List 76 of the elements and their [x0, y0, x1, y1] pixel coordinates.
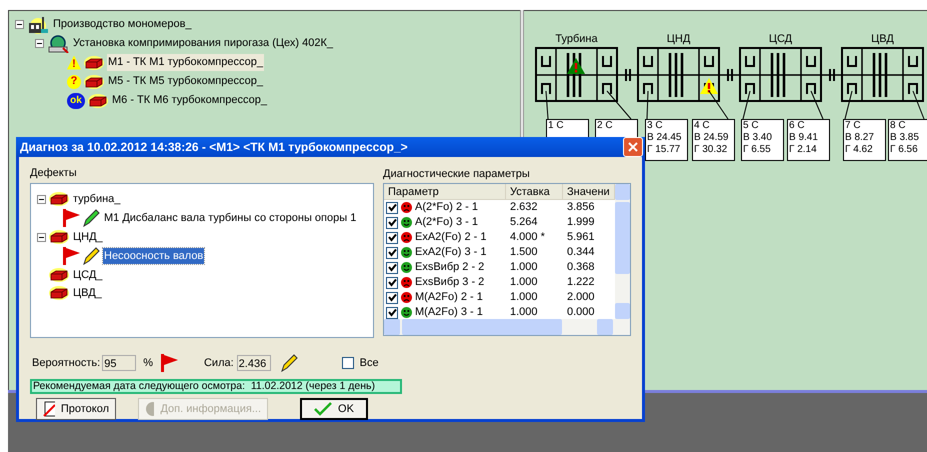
probability-field[interactable]: 95 — [102, 355, 136, 371]
table-cell-text: 1.000 — [509, 305, 539, 320]
table-cell-text: M(A2Fo) 2 - 1 — [415, 290, 483, 306]
table-cell-text: 5.961 — [566, 230, 596, 246]
force-field[interactable]: 2.436 — [236, 355, 271, 371]
sensor-label: 5 С — [743, 120, 760, 132]
table-cell-text: ExA2(Fo) 3 - 1 — [415, 245, 487, 260]
table-cell-text: 2.632 — [509, 200, 539, 216]
tree-item[interactable]: ЦСД_ — [72, 266, 104, 284]
sensor-reading: Г 4.62 — [845, 144, 874, 156]
table-cell-text: 1.500 — [509, 245, 539, 260]
sensor-label: 1 С — [548, 120, 565, 132]
table-cell-text: 1.000 — [509, 260, 539, 276]
sensor-reading: В 3.40 — [743, 132, 773, 144]
sensor-label: 3 С — [647, 120, 664, 132]
sensor-label: 2 С — [597, 120, 614, 132]
sensor-reading: Г 2.14 — [789, 144, 818, 156]
field-label: Вероятность: — [32, 356, 100, 371]
question-badge: ? — [67, 74, 81, 88]
section-label: Диагностические параметры — [383, 167, 531, 181]
column-header[interactable]: Уставка — [506, 184, 563, 199]
table-cell-text: 1.000 — [509, 275, 539, 290]
tree-item[interactable]: ЦВД_ — [72, 284, 103, 302]
column-header[interactable]: Параметр — [384, 184, 506, 199]
sensor-label: 4 С — [694, 120, 711, 132]
tree-item[interactable]: М5 - ТК М5 турбокомпрессор_ — [107, 73, 264, 90]
window-title: Диагноз за 10.02.2012 14:38:26 - <М1> <ТК М1 турбокомпрессор_> — [20, 139, 408, 156]
status-bar: Рекомендуемая дата следующего осмотра: 11.02.2012 (через 1 день) — [30, 379, 402, 394]
table-cell-text: 4.000 * — [509, 230, 546, 246]
table-cell-text: 3.856 — [566, 200, 596, 216]
unit-label: % — [143, 356, 153, 371]
field-label: Сила: — [204, 356, 234, 371]
table-cell-text: 0.368 — [566, 260, 596, 276]
table-cell-text: ExsВибр 2 - 2 — [415, 260, 484, 276]
warning-badge: ! — [67, 56, 81, 70]
sensor-reading: Г 6.56 — [890, 144, 919, 156]
table-cell-text: A(2*Fo) 3 - 1 — [415, 215, 478, 230]
ok-badge: ok — [67, 92, 85, 108]
table-cell-text: A(2*Fo) 2 - 1 — [415, 200, 478, 216]
table-cell-text: 1.999 — [566, 215, 596, 230]
sensor-reading: В 9.41 — [789, 132, 819, 144]
section-label: Дефекты — [30, 166, 78, 181]
sensor-reading: В 24.45 — [647, 132, 682, 144]
table-cell-text: 1.222 — [566, 275, 596, 290]
sensor-reading: Г 30.32 — [694, 144, 728, 156]
unit-label: Турбина — [554, 32, 599, 47]
table-cell-text: 0.344 — [566, 245, 596, 260]
sensor-reading: В 24.59 — [694, 132, 730, 144]
checkbox-label: Все — [360, 356, 379, 371]
tree-item[interactable]: турбина_ — [72, 190, 122, 208]
tree-item[interactable]: ЦНД_ — [72, 228, 104, 246]
table-cell-text: ExA2(Fo) 2 - 1 — [415, 230, 487, 246]
ok-button[interactable]: OK — [300, 398, 368, 420]
sensor-reading: В 3.85 — [890, 132, 920, 144]
unit-label: ЦНД — [666, 32, 692, 47]
unit-label: ЦВД — [870, 32, 895, 47]
tree-item[interactable]: М1 - ТК М1 турбокомпрессор_ — [107, 54, 264, 71]
table-cell-text: 2.000 — [566, 290, 596, 306]
tree-item[interactable]: М1 Дисбаланс вала турбины со стороны опоры 1 — [103, 210, 358, 226]
protocol-button[interactable]: Протокол — [36, 398, 116, 420]
table-cell-text: ExsВибр 3 - 2 — [415, 275, 484, 290]
table-cell-text: 5.264 — [509, 215, 539, 230]
unit-label: ЦСД — [768, 32, 794, 47]
tree-item[interactable]: Несоосность валов — [103, 248, 204, 264]
table-cell-text: M(A2Fo) 3 - 1 — [415, 305, 483, 320]
table-cell-text: 0.000 — [566, 305, 596, 320]
sensor-label: 6 С — [789, 120, 806, 132]
sensor-reading: В 8.27 — [845, 132, 875, 144]
sensor-label: 8 С — [890, 120, 907, 132]
tree-item[interactable]: Установка компримирования пирогаза (Цех) 402К_ — [72, 35, 334, 52]
tree-item[interactable]: М6 - ТК М6 турбокомпрессор_ — [111, 92, 268, 109]
sensor-label: 7 С — [845, 120, 862, 132]
sensor-reading: Г 15.77 — [647, 144, 682, 156]
table-cell-text: 1.000 — [509, 290, 539, 306]
sensor-reading: Г 6.55 — [743, 144, 772, 156]
tree-item[interactable]: Производство мономеров_ — [52, 16, 193, 33]
